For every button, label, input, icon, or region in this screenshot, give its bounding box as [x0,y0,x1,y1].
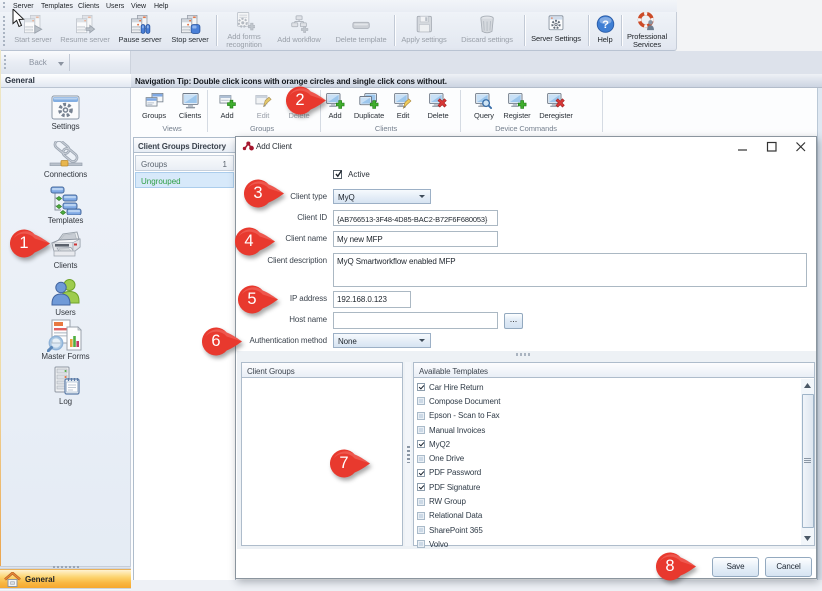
svg-text:?: ? [602,19,609,31]
